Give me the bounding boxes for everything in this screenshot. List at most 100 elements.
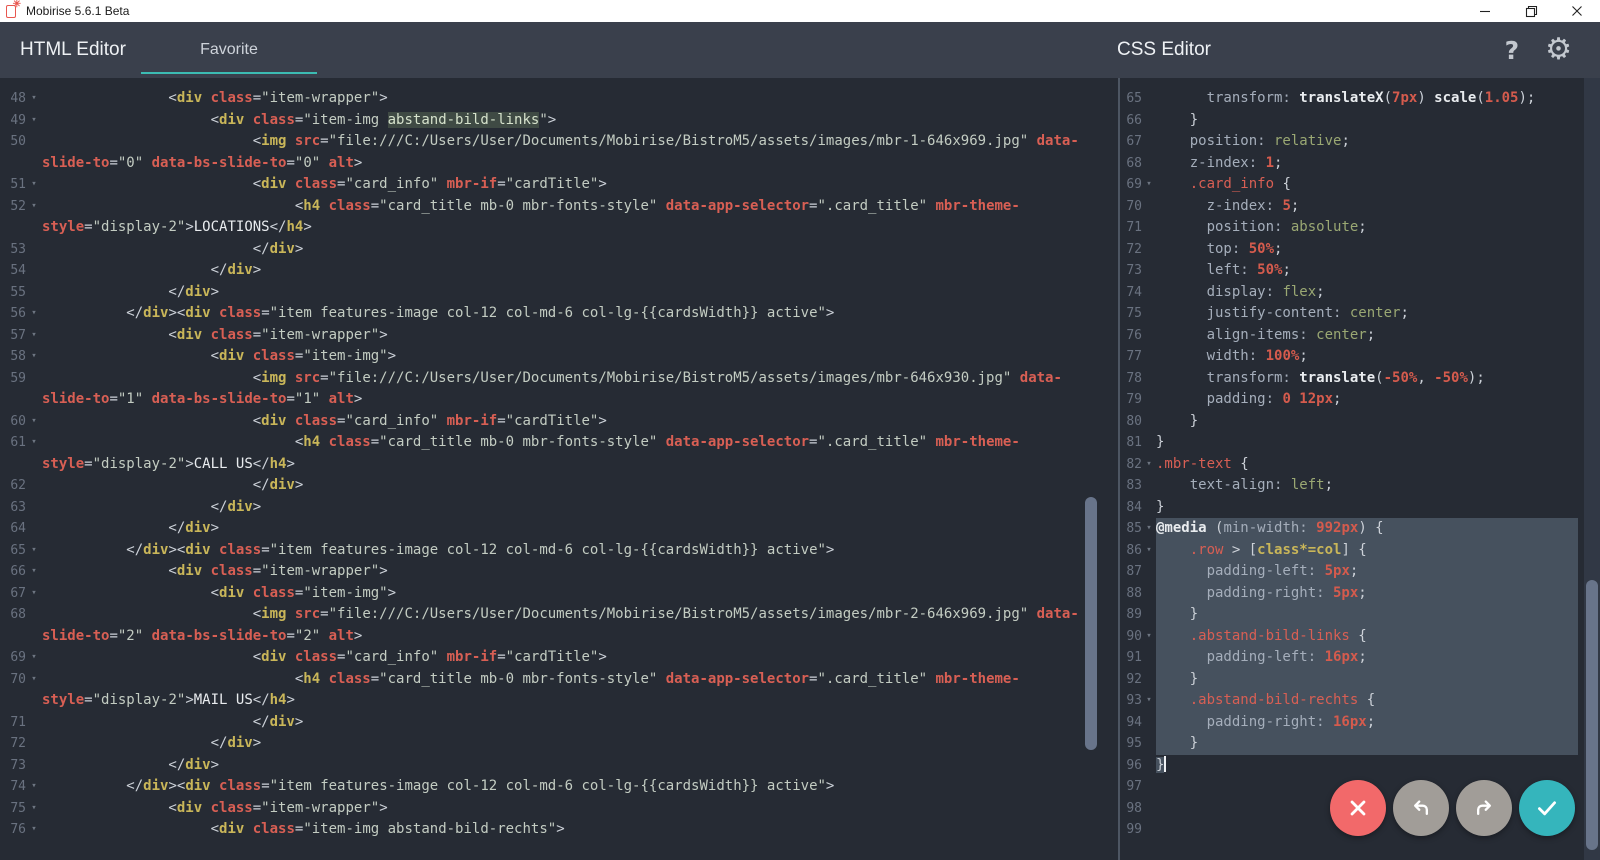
code-line[interactable]: 76 align-items: center; (1120, 325, 1600, 347)
fold-arrow-icon[interactable]: ▾ (26, 561, 42, 583)
code-line[interactable]: 48▾ <div class="item-wrapper"> (0, 88, 1118, 110)
css-editor-pane[interactable]: 65 transform: translateX(7px) scale(1.05… (1120, 78, 1600, 860)
code-line[interactable]: 67▾ <div class="item-img"> (0, 583, 1118, 605)
settings-gear-icon[interactable]: ⚙ (1545, 35, 1572, 65)
discard-button[interactable] (1330, 780, 1386, 836)
fold-arrow-icon[interactable]: ▾ (1142, 454, 1156, 476)
code-line[interactable]: 94 padding-right: 16px; (1120, 712, 1600, 734)
code-line[interactable]: 77 width: 100%; (1120, 346, 1600, 368)
code-line[interactable]: 74▾ </div><div class="item features-imag… (0, 776, 1118, 798)
code-line[interactable]: 60▾ <div class="card_info" mbr-if="cardT… (0, 411, 1118, 433)
code-line[interactable]: 70▾ <h4 class="card_title mb-0 mbr-fonts… (0, 669, 1118, 712)
code-line[interactable]: 55 </div> (0, 282, 1118, 304)
code-line[interactable]: 88 padding-right: 5px; (1120, 583, 1600, 605)
code-line[interactable]: 73 </div> (0, 755, 1118, 777)
fold-arrow-icon[interactable]: ▾ (1142, 626, 1156, 648)
fold-arrow-icon[interactable]: ▾ (26, 583, 42, 605)
code-line[interactable]: 65 transform: translateX(7px) scale(1.05… (1120, 88, 1600, 110)
fold-arrow-icon[interactable]: ▾ (26, 647, 42, 669)
code-line[interactable]: 85▾@media (min-width: 992px) { (1120, 518, 1600, 540)
code-line[interactable]: 76▾ <div class="item-img abstand-bild-re… (0, 819, 1118, 841)
code-line[interactable]: 66 } (1120, 110, 1600, 132)
code-line[interactable]: 61▾ <h4 class="card_title mb-0 mbr-fonts… (0, 432, 1118, 475)
code-line[interactable]: 70 z-index: 5; (1120, 196, 1600, 218)
fold-arrow-icon[interactable]: ▾ (26, 540, 42, 562)
code-line[interactable]: 96} (1120, 755, 1600, 777)
code-line[interactable]: 91 padding-left: 16px; (1120, 647, 1600, 669)
code-line[interactable]: 74 display: flex; (1120, 282, 1600, 304)
html-code-editor[interactable]: 48▾ <div class="item-wrapper">49▾ <div c… (0, 78, 1118, 841)
fold-arrow-icon[interactable]: ▾ (26, 346, 42, 368)
code-line[interactable]: 75▾ <div class="item-wrapper"> (0, 798, 1118, 820)
code-line[interactable]: 95 } (1120, 733, 1600, 755)
fold-arrow-icon[interactable]: ▾ (26, 110, 42, 132)
html-pane-scrollbar-thumb[interactable] (1085, 497, 1097, 750)
fold-arrow-icon[interactable]: ▾ (26, 669, 42, 691)
code-line[interactable]: 69▾ .card_info { (1120, 174, 1600, 196)
code-line[interactable]: 52▾ <h4 class="card_title mb-0 mbr-fonts… (0, 196, 1118, 239)
redo-button[interactable] (1456, 780, 1512, 836)
code-line[interactable]: 78 transform: translate(-50%, -50%); (1120, 368, 1600, 390)
fold-arrow-icon[interactable]: ▾ (26, 325, 42, 347)
code-line[interactable]: 67 position: relative; (1120, 131, 1600, 153)
fold-arrow-icon[interactable]: ▾ (26, 303, 42, 325)
code-line[interactable]: 79 padding: 0 12px; (1120, 389, 1600, 411)
fold-arrow-icon[interactable]: ▾ (26, 411, 42, 433)
code-line[interactable]: 62 </div> (0, 475, 1118, 497)
code-line[interactable]: 72 </div> (0, 733, 1118, 755)
fold-arrow-icon[interactable]: ▾ (26, 776, 42, 798)
code-line[interactable]: 87 padding-left: 5px; (1120, 561, 1600, 583)
fold-arrow-icon[interactable]: ▾ (1142, 174, 1156, 196)
tab-html-editor[interactable]: HTML Editor (20, 39, 126, 61)
code-line[interactable]: 68 z-index: 1; (1120, 153, 1600, 175)
css-code-editor[interactable]: 65 transform: translateX(7px) scale(1.05… (1120, 78, 1600, 841)
code-line[interactable]: 93▾ .abstand-bild-rechts { (1120, 690, 1600, 712)
code-line[interactable]: 50 <img src="file:///C:/Users/User/Docum… (0, 131, 1118, 174)
code-line[interactable]: 75 justify-content: center; (1120, 303, 1600, 325)
fold-arrow-icon[interactable]: ▾ (26, 432, 42, 454)
html-editor-pane[interactable]: 48▾ <div class="item-wrapper">49▾ <div c… (0, 78, 1120, 860)
minimize-button[interactable] (1462, 0, 1508, 22)
code-line[interactable]: 71 </div> (0, 712, 1118, 734)
code-line[interactable]: 72 top: 50%; (1120, 239, 1600, 261)
code-line[interactable]: 49▾ <div class="item-img abstand-bild-li… (0, 110, 1118, 132)
code-line[interactable]: 56▾ </div><div class="item features-imag… (0, 303, 1118, 325)
code-line[interactable]: 82▾.mbr-text { (1120, 454, 1600, 476)
fold-arrow-icon[interactable]: ▾ (26, 88, 42, 110)
code-line[interactable]: 71 position: absolute; (1120, 217, 1600, 239)
close-window-button[interactable] (1554, 0, 1600, 22)
code-line[interactable]: 92 } (1120, 669, 1600, 691)
code-line[interactable]: 58▾ <div class="item-img"> (0, 346, 1118, 368)
code-line[interactable]: 66▾ <div class="item-wrapper"> (0, 561, 1118, 583)
code-line[interactable]: 63 </div> (0, 497, 1118, 519)
fold-arrow-icon[interactable]: ▾ (1142, 540, 1156, 562)
code-line[interactable]: 69▾ <div class="card_info" mbr-if="cardT… (0, 647, 1118, 669)
fold-arrow-icon[interactable]: ▾ (1142, 518, 1156, 540)
code-line[interactable]: 53 </div> (0, 239, 1118, 261)
css-pane-scrollbar-thumb[interactable] (1586, 580, 1598, 850)
undo-button[interactable] (1393, 780, 1449, 836)
fold-arrow-icon[interactable]: ▾ (26, 174, 42, 196)
code-line[interactable]: 81} (1120, 432, 1600, 454)
fold-arrow-icon[interactable]: ▾ (1142, 690, 1156, 712)
code-line[interactable]: 65▾ </div><div class="item features-imag… (0, 540, 1118, 562)
help-icon[interactable]: ? (1505, 38, 1520, 63)
code-line[interactable]: 83 text-align: left; (1120, 475, 1600, 497)
code-line[interactable]: 80 } (1120, 411, 1600, 433)
code-line[interactable]: 90▾ .abstand-bild-links { (1120, 626, 1600, 648)
apply-button[interactable] (1519, 780, 1575, 836)
code-line[interactable]: 51▾ <div class="card_info" mbr-if="cardT… (0, 174, 1118, 196)
fold-arrow-icon[interactable]: ▾ (26, 819, 42, 841)
code-line[interactable]: 64 </div> (0, 518, 1118, 540)
code-line[interactable]: 68 <img src="file:///C:/Users/User/Docum… (0, 604, 1118, 647)
code-line[interactable]: 86▾ .row > [class*=col] { (1120, 540, 1600, 562)
restore-button[interactable] (1508, 0, 1554, 22)
code-line[interactable]: 59 <img src="file:///C:/Users/User/Docum… (0, 368, 1118, 411)
code-line[interactable]: 84} (1120, 497, 1600, 519)
code-line[interactable]: 73 left: 50%; (1120, 260, 1600, 282)
fold-arrow-icon[interactable]: ▾ (26, 798, 42, 820)
code-line[interactable]: 57▾ <div class="item-wrapper"> (0, 325, 1118, 347)
code-line[interactable]: 89 } (1120, 604, 1600, 626)
fold-arrow-icon[interactable]: ▾ (26, 196, 42, 218)
code-line[interactable]: 54 </div> (0, 260, 1118, 282)
